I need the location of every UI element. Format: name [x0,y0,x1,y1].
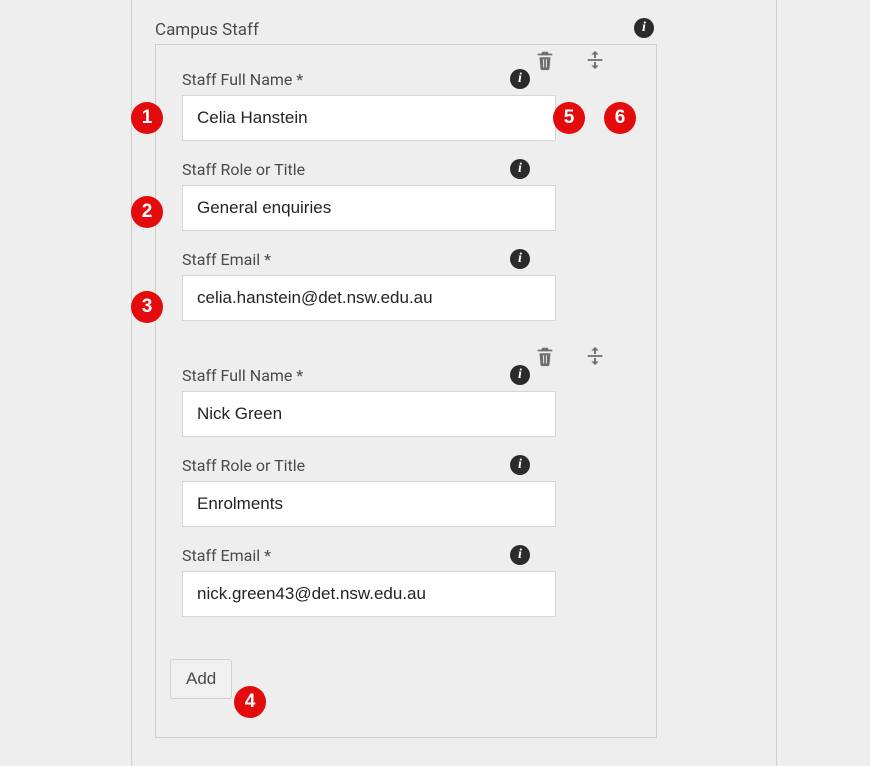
callout-marker-2: 2 [131,196,163,228]
add-button[interactable]: Add [170,659,232,699]
section-title: Campus Staff [155,20,259,40]
staff-email-label: Staff Email * [182,250,271,269]
staff-block: Staff Full Name * i Staff Role or Title … [156,45,656,341]
staff-role-label: Staff Role or Title [182,160,305,179]
info-icon[interactable]: i [634,18,654,38]
staff-name-input[interactable] [182,95,556,141]
staff-role-input[interactable] [182,185,556,231]
staff-name-label: Staff Full Name * [182,366,303,385]
info-icon[interactable]: i [510,545,530,565]
info-icon[interactable]: i [510,249,530,269]
reorder-icon[interactable] [584,49,606,71]
staff-block: Staff Full Name * i Staff Role or Title … [156,341,656,637]
staff-role-label: Staff Role or Title [182,456,305,475]
callout-marker-5: 5 [553,102,585,134]
info-icon[interactable]: i [510,159,530,179]
decorative-right-line [776,0,777,766]
trash-icon[interactable] [534,345,556,367]
staff-role-input[interactable] [182,481,556,527]
staff-email-input[interactable] [182,275,556,321]
info-icon[interactable]: i [510,455,530,475]
callout-marker-3: 3 [131,291,163,323]
staff-name-input[interactable] [182,391,556,437]
staff-name-label: Staff Full Name * [182,70,303,89]
callout-marker-1: 1 [131,102,163,134]
info-icon[interactable]: i [510,365,530,385]
info-icon[interactable]: i [510,69,530,89]
callout-marker-6: 6 [604,102,636,134]
staff-email-input[interactable] [182,571,556,617]
staff-email-label: Staff Email * [182,546,271,565]
callout-marker-4: 4 [234,686,266,718]
campus-staff-panel: Staff Full Name * i Staff Role or Title … [155,44,657,738]
reorder-icon[interactable] [584,345,606,367]
trash-icon[interactable] [534,49,556,71]
